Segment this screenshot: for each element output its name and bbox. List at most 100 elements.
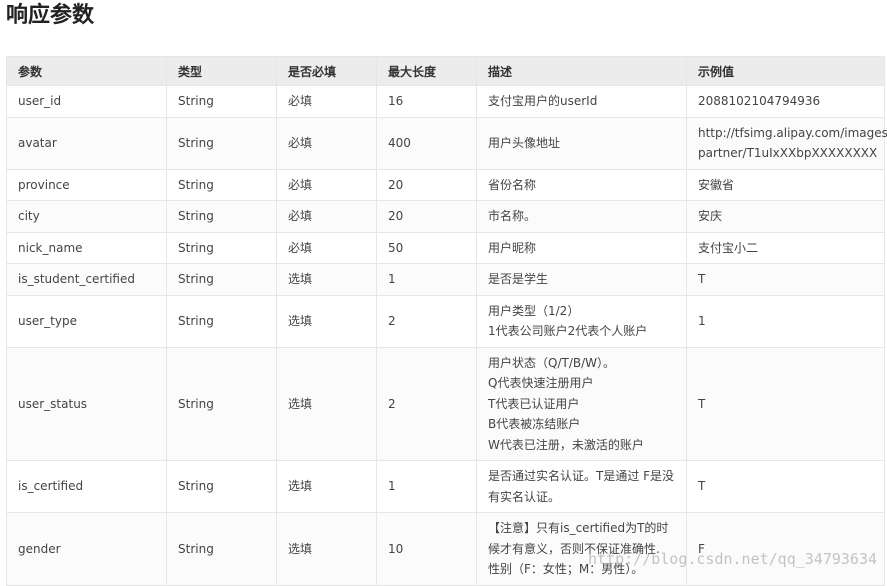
type-cell: String: [166, 168, 277, 201]
required-cell: 选填: [276, 346, 377, 461]
param-cell: gender: [6, 512, 167, 586]
description-cell: 支付宝用户的userId: [476, 85, 687, 118]
example-line: http://tfsimg.alipay.com/images/: [698, 125, 887, 140]
table-row: user_status String 选填 2 用户状态（Q/T/B/W）。 Q代表快速注…: [6, 346, 885, 461]
param-cell: is_certified: [6, 460, 167, 513]
example-cell: 2088102104794936: [686, 85, 885, 118]
example-cell: 安徽省: [686, 168, 885, 201]
max-length-cell: 1: [376, 460, 477, 513]
type-cell: String: [166, 116, 277, 170]
desc-line: Q代表快速注册用户: [488, 376, 594, 390]
example-cell: 1: [686, 294, 885, 348]
desc-line: 【注意】只有is_certified为T的时: [488, 521, 669, 535]
desc-line: W代表已注册，未激活的账户: [488, 437, 644, 452]
param-cell: province: [6, 168, 167, 201]
max-length-cell: 16: [376, 85, 477, 118]
type-cell: String: [166, 231, 277, 264]
description-cell: 【注意】只有is_certified为T的时 候才有意义，否则不保证准确性. 性别（…: [476, 512, 687, 586]
max-length-cell: 50: [376, 231, 477, 264]
example-cell: T: [686, 263, 885, 296]
type-cell: String: [166, 460, 277, 513]
desc-line: 用户状态（Q/T/B/W）。: [488, 355, 616, 370]
example-cell: http://tfsimg.alipay.com/images/partner/…: [686, 116, 887, 170]
desc-line: 省份名称: [488, 177, 537, 192]
required-cell: 选填: [276, 512, 377, 586]
max-length-cell: 20: [376, 168, 477, 201]
desc-line: B代表被冻结账户: [488, 417, 581, 431]
required-cell: 必填: [276, 116, 377, 170]
example-line: T: [698, 396, 706, 411]
type-cell: String: [166, 294, 277, 348]
table-body: user_id String 必填 16 支付宝用户的userId 20881021047…: [6, 85, 887, 586]
max-length-cell: 20: [376, 200, 477, 233]
desc-line: 用户头像地址: [488, 135, 561, 150]
table-header-row: 参数 类型 是否必填 最大长度 描述 示例值: [6, 56, 885, 86]
param-cell: user_status: [6, 346, 167, 461]
table-row: user_id String 必填 16 支付宝用户的userId 20881021047…: [6, 85, 885, 118]
example-cell: F: [686, 512, 885, 586]
example-cell: T: [686, 346, 885, 461]
max-length-cell: 10: [376, 512, 477, 586]
description-cell: 用户类型（1/2） 1代表公司账户2代表个人账户: [476, 294, 687, 348]
table-row: avatar String 必填 400 用户头像地址 http://tfsimg.ali…: [6, 116, 887, 170]
description-cell: 是否通过实名认证。T是通过 F是没 有实名认证。: [476, 460, 687, 513]
param-cell: is_student_certified: [6, 263, 167, 296]
required-cell: 必填: [276, 168, 377, 201]
type-cell: String: [166, 346, 277, 461]
example-line: T: [698, 479, 706, 494]
desc-line: 支付宝用户的userId: [488, 94, 598, 108]
header-required: 是否必填: [276, 56, 377, 86]
table-row: nick_name String 必填 50 用户昵称 支付宝小二: [6, 231, 885, 264]
required-cell: 选填: [276, 263, 377, 296]
table-row: province String 必填 20 省份名称 安徽省: [6, 168, 885, 201]
table-row: is_student_certified String 选填 1 是否是学生 T: [6, 263, 885, 296]
page-title: 响应参数: [6, 3, 95, 28]
example-line: 1: [698, 313, 706, 328]
table-row: city String 必填 20 市名称。 安庆: [6, 200, 885, 233]
param-cell: city: [6, 200, 167, 233]
desc-line: 用户昵称: [488, 240, 537, 255]
description-cell: 市名称。: [476, 200, 687, 233]
required-cell: 必填: [276, 231, 377, 264]
param-cell: user_type: [6, 294, 167, 348]
desc-line: 市名称。: [488, 209, 537, 223]
watermark-text: http://blog.csdn.net/qq_34793634: [588, 550, 877, 568]
header-description: 描述: [476, 56, 687, 86]
header-param: 参数: [6, 56, 167, 86]
description-cell: 用户头像地址: [476, 116, 687, 170]
type-cell: String: [166, 85, 277, 118]
max-length-cell: 2: [376, 294, 477, 348]
description-cell: 用户昵称: [476, 231, 687, 264]
table-row: gender String 选填 10 【注意】只有is_certified为T的时 候才…: [6, 512, 885, 586]
max-length-cell: 1: [376, 263, 477, 296]
example-cell: 支付宝小二: [686, 231, 885, 264]
header-max-length: 最大长度: [376, 56, 477, 86]
required-cell: 选填: [276, 460, 377, 513]
type-cell: String: [166, 512, 277, 586]
example-line: partner/T1uIxXXbpXXXXXXXX: [698, 146, 878, 160]
example-line: 安庆: [698, 209, 723, 223]
type-cell: String: [166, 263, 277, 296]
max-length-cell: 400: [376, 116, 477, 170]
description-cell: 省份名称: [476, 168, 687, 201]
description-cell: 用户状态（Q/T/B/W）。 Q代表快速注册用户 T代表已认证用户 B代表被冻结账户 W…: [476, 346, 687, 461]
table-row: user_type String 选填 2 用户类型（1/2） 1代表公司账户2代表个人账…: [6, 294, 885, 348]
required-cell: 选填: [276, 294, 377, 348]
max-length-cell: 2: [376, 346, 477, 461]
example-line: 2088102104794936: [698, 94, 821, 108]
example-cell: T: [686, 460, 885, 513]
desc-line: 1代表公司账户2代表个人账户: [488, 324, 648, 338]
example-line: 安徽省: [698, 177, 735, 192]
required-cell: 必填: [276, 85, 377, 118]
desc-line: 有实名认证。: [488, 489, 561, 504]
desc-line: 用户类型（1/2）: [488, 303, 580, 318]
required-cell: 必填: [276, 200, 377, 233]
example-line: 支付宝小二: [698, 240, 759, 255]
desc-line: T代表已认证用户: [488, 396, 580, 411]
description-cell: 是否是学生: [476, 263, 687, 296]
type-cell: String: [166, 200, 277, 233]
param-cell: avatar: [6, 116, 167, 170]
table-row: is_certified String 选填 1 是否通过实名认证。T是通过 F是没 有实…: [6, 460, 885, 513]
param-cell: user_id: [6, 85, 167, 118]
desc-line: 是否通过实名认证。T是通过 F是没: [488, 469, 675, 483]
